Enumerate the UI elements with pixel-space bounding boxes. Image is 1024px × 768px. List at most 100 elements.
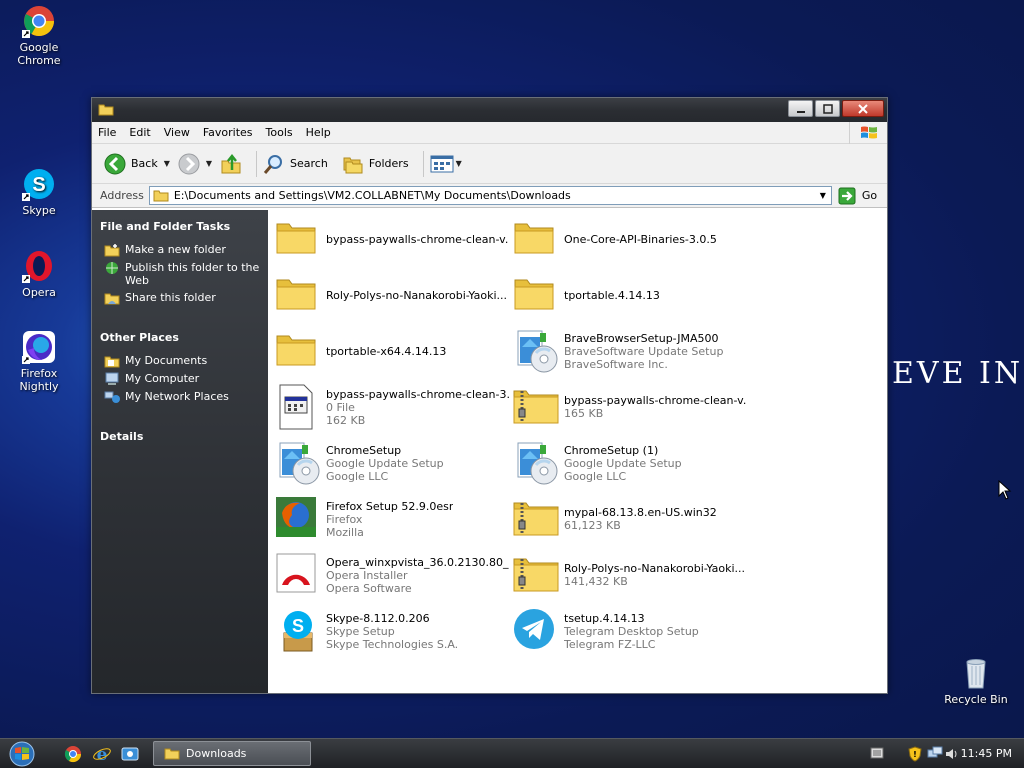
place-my-documents[interactable]: My Documents [104,354,268,368]
chrome-quicklaunch-icon[interactable] [64,745,82,763]
desktop-icon-recycle-bin[interactable]: Recycle Bin [940,656,1012,706]
zip-icon [512,495,560,543]
place-label: My Documents [125,354,208,367]
file-item[interactable]: ChromeSetup Google Update Setup Google LLC [274,437,509,489]
file-meta: Skype-8.112.0.206 Skype Setup Skype Techno… [326,612,458,651]
folder-icon [274,327,322,375]
file-list: bypass-paywalls-chrome-clean-v... One-Cor… [268,210,887,693]
views-dropdown-icon[interactable]: ▼ [456,159,462,168]
file-name: Skype-8.112.0.206 [326,611,430,625]
desktop-icon-label: Google [19,41,59,54]
file-meta: Opera_winxpvista_36.0.2130.80_... Opera I… [326,556,509,595]
menu-tools[interactable]: Tools [266,126,293,139]
file-item[interactable]: Roly-Polys-no-Nanakorobi-Yaoki... 141,432… [512,549,747,601]
menu-favorites[interactable]: Favorites [203,126,253,139]
file-name: bypass-paywalls-chrome-clean-3.... [326,387,509,401]
file-item[interactable]: Opera_winxpvista_36.0.2130.80_... Opera I… [274,549,509,601]
search-button[interactable]: Search [263,153,328,175]
internet-explorer-quicklaunch-icon[interactable]: e [93,745,111,763]
search-icon [263,154,283,174]
show-desktop-quicklaunch-icon[interactable] [121,745,139,763]
place-my-network-places[interactable]: My Network Places [104,390,268,404]
address-input[interactable]: E:\Documents and Settings\VM2.COLLABNET\… [148,186,832,205]
start-button[interactable] [7,741,45,767]
file-meta: ChromeSetup (1) Google Update Setup Google… [564,444,682,483]
keyboard-icon[interactable] [870,745,884,761]
file-item[interactable]: bypass-paywalls-chrome-clean-v... [274,213,509,265]
menu-view[interactable]: View [164,126,190,139]
back-button[interactable]: Back ▼ [104,153,170,175]
file-detail: Telegram FZ-LLC [564,637,656,651]
file-item[interactable]: Roly-Polys-no-Nanakorobi-Yaoki... [274,269,509,321]
file-detail: Google LLC [326,469,389,483]
task-label: Publish this folder to the [125,261,260,274]
desktop-icon-google-chrome[interactable]: Google Chrome [4,4,74,67]
forward-dropdown-icon[interactable]: ▼ [206,159,212,168]
folder-icon [153,190,169,202]
folders-button[interactable]: Folders [342,153,409,175]
close-button[interactable] [842,100,884,117]
window-titlebar[interactable] [92,98,887,122]
minimize-button[interactable] [788,100,813,117]
up-folder-button[interactable] [220,153,242,175]
folder-icon [98,104,114,116]
task-publish-to-web[interactable]: Publish this folder to the Web [104,261,268,287]
back-arrow-icon [104,153,126,174]
desktop-icon-skype[interactable]: S Skype [4,167,74,217]
toolbar-separator [256,150,258,177]
file-meta: Roly-Polys-no-Nanakorobi-Yaoki... 141,432… [564,562,745,588]
file-item[interactable]: mypal-68.13.8.en-US.win32 61,123 KB [512,493,747,545]
details-title[interactable]: Details [100,430,268,443]
taskbar-task-downloads[interactable]: Downloads [153,741,311,766]
task-make-new-folder[interactable]: Make a new folder [104,243,268,257]
firefox-icon [274,495,322,543]
address-dropdown-icon[interactable]: ▼ [815,187,831,204]
maximize-button[interactable] [815,100,840,117]
place-my-computer[interactable]: My Computer [104,372,268,386]
chrome-icon [22,4,56,38]
recycle-bin-icon [959,656,993,690]
file-item[interactable]: One-Core-API-Binaries-3.0.5 [512,213,747,265]
file-item[interactable]: tsetup.4.14.13 Telegram Desktop Setup Tele… [512,605,747,657]
taskbar-clock[interactable]: 11:45 PM [961,747,1012,760]
telegram-icon [512,607,560,655]
forward-button[interactable]: ▼ [178,153,212,175]
desktop-icon-opera[interactable]: Opera [4,249,74,299]
volume-icon[interactable] [945,747,959,761]
window-content: File and Folder Tasks Make a new folder … [92,210,887,693]
task-share-folder[interactable]: Share this folder [104,291,268,305]
file-item[interactable]: ChromeSetup (1) Google Update Setup Google… [512,437,747,489]
go-button[interactable]: Go [838,187,877,205]
file-detail: BraveSoftware Inc. [564,357,668,371]
file-detail: Firefox [326,512,363,526]
network-icon[interactable] [927,746,943,762]
security-shield-icon[interactable]: ! [908,746,922,762]
menu-bar: File Edit View Favorites Tools Help [92,122,887,144]
desktop-icon-label: Nightly [19,380,59,393]
opera-icon [274,551,322,599]
file-detail: Opera Software [326,581,412,595]
file-item[interactable]: tportable-x64.4.14.13 [274,325,509,377]
folder-icon [512,271,560,319]
file-meta: bypass-paywalls-chrome-clean-v... [326,233,509,246]
windows-start-icon [9,741,35,767]
back-dropdown-icon[interactable]: ▼ [164,159,170,168]
file-item[interactable]: bypass-paywalls-chrome-clean-v... 165 KB [512,381,747,433]
file-item[interactable]: bypass-paywalls-chrome-clean-3.... 0 File… [274,381,509,433]
mouse-cursor-icon [998,480,1012,500]
menu-file[interactable]: File [98,126,116,139]
views-button[interactable]: ▼ [430,154,462,174]
file-meta: One-Core-API-Binaries-3.0.5 [564,233,717,246]
menu-help[interactable]: Help [306,126,331,139]
maximize-icon [822,103,833,114]
file-item[interactable]: tportable.4.14.13 [512,269,747,321]
setup-icon [274,439,322,487]
menu-edit[interactable]: Edit [129,126,150,139]
file-item[interactable]: Firefox Setup 52.9.0esr Firefox Mozilla [274,493,509,545]
file-item[interactable]: BraveBrowserSetup-JMA500 BraveSoftware Up… [512,325,747,377]
desktop-icon-firefox-nightly[interactable]: Firefox Nightly [4,330,74,393]
file-name: Roly-Polys-no-Nanakorobi-Yaoki... [326,288,508,302]
file-item[interactable]: S Skype-8.112.0.206 Skype Setup Skype Techn… [274,605,509,657]
zip-icon [512,383,560,431]
task-label: Share this folder [125,291,216,304]
